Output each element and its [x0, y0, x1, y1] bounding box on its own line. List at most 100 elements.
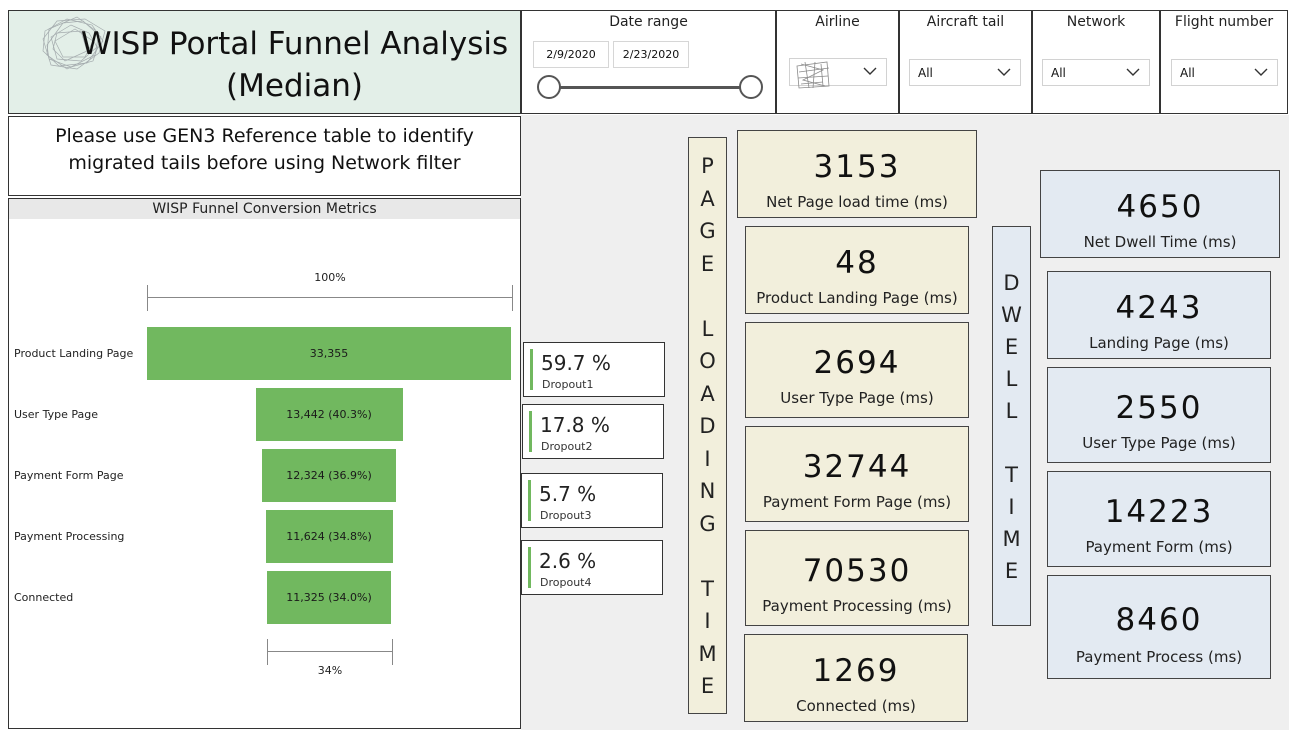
- funnel-bar[interactable]: 33,355: [147, 327, 511, 380]
- kpi-value: 8460: [1115, 602, 1203, 638]
- dropout-card: 17.8 % Dropout2: [522, 404, 664, 459]
- end-date-input[interactable]: 2/23/2020: [613, 41, 689, 68]
- dwell-label-letter: L: [1005, 367, 1018, 391]
- dwell-label-letter: E: [1004, 559, 1019, 583]
- slicer-title: Flight number: [1174, 14, 1274, 30]
- kpi-value: 4650: [1116, 189, 1204, 225]
- dropout-card: 2.6 % Dropout4: [521, 540, 663, 595]
- flight-number-value: All: [1180, 66, 1195, 80]
- funnel-top-bracket: [147, 285, 513, 311]
- notice-text: Please use GEN3 Reference table to ident…: [8, 116, 521, 196]
- funnel-stage-label: User Type Page: [14, 408, 98, 421]
- slicer-title: Date range: [609, 14, 688, 30]
- slicer-title: Airline: [815, 14, 860, 30]
- payment-process-dwell-card: 8460 Payment Process (ms): [1047, 575, 1271, 679]
- chevron-down-icon: [863, 67, 877, 75]
- kpi-caption: Payment Processing (ms): [762, 597, 952, 615]
- kpi-value: 48: [835, 245, 879, 281]
- page-loading-label-letter: D: [699, 414, 716, 438]
- flight-number-dropdown[interactable]: All: [1171, 59, 1278, 86]
- page-loading-label-letter: P: [701, 154, 714, 178]
- funnel-bar[interactable]: 11,624 (34.8%): [265, 510, 393, 563]
- dropout-card: 59.7 % Dropout1: [523, 342, 665, 397]
- kpi-caption: Net Page load time (ms): [766, 193, 948, 211]
- funnel-bar[interactable]: 11,325 (34.0%): [267, 571, 391, 624]
- kpi-value: 4243: [1115, 290, 1203, 326]
- funnel-chart-panel: WISP Funnel Conversion Metrics 100% Prod…: [8, 198, 521, 729]
- flight-number-slicer: Flight number All: [1160, 10, 1288, 114]
- page-loading-label-letter: L: [701, 316, 714, 341]
- dwell-label-letter: M: [1002, 527, 1021, 551]
- kpi-caption: User Type Page (ms): [780, 389, 934, 407]
- funnel-stage-label: Payment Processing: [14, 530, 125, 543]
- date-slider-track[interactable]: [548, 86, 754, 89]
- payment-form-load-card: 32744 Payment Form Page (ms): [745, 426, 969, 522]
- kpi-caption: Payment Process (ms): [1075, 648, 1243, 666]
- kpi-value: 2550: [1115, 390, 1203, 426]
- net-dwell-card: 4650 Net Dwell Time (ms): [1040, 170, 1280, 258]
- slicer-title: Aircraft tail: [926, 14, 1005, 30]
- date-range-slicer: Date range 2/9/2020 2/23/2020: [521, 10, 776, 114]
- title-card: WISP Portal Funnel Analysis (Median): [8, 10, 521, 114]
- dropout-accent: [529, 411, 532, 452]
- page-loading-label-letter: [689, 280, 726, 313]
- page-loading-label-letter: [689, 540, 726, 573]
- dwell-label-letter: L: [1005, 399, 1018, 423]
- funnel-bar[interactable]: 13,442 (40.3%): [255, 388, 403, 441]
- funnel-top-percent: 100%: [314, 271, 346, 284]
- date-slider-start-handle[interactable]: [537, 75, 561, 99]
- kpi-caption: User Type Page (ms): [1082, 434, 1236, 452]
- aircraft-tail-dropdown[interactable]: All: [909, 59, 1021, 86]
- payment-form-dwell-card: 14223 Payment Form (ms): [1047, 471, 1271, 567]
- aircraft-tail-value: All: [918, 66, 933, 80]
- landing-dwell-card: 4243 Landing Page (ms): [1047, 271, 1271, 359]
- dropout-label: Dropout4: [540, 576, 592, 589]
- user-type-dwell-card: 2550 User Type Page (ms): [1047, 367, 1271, 463]
- payment-processing-load-card: 70530 Payment Processing (ms): [745, 530, 969, 626]
- funnel-stage-label: Payment Form Page: [14, 469, 124, 482]
- airline-dropdown[interactable]: [789, 58, 887, 89]
- kpi-caption: Payment Form Page (ms): [762, 493, 952, 511]
- funnel-title: WISP Funnel Conversion Metrics: [9, 199, 520, 219]
- network-slicer: Network All: [1032, 10, 1160, 114]
- aircraft-tail-slicer: Aircraft tail All: [899, 10, 1032, 114]
- dwell-label-letter: T: [1005, 463, 1018, 487]
- page-loading-label-letter: G: [699, 219, 716, 243]
- page-loading-label-letter: E: [700, 674, 715, 698]
- dropout-value: 17.8 %: [540, 413, 610, 437]
- kpi-value: 32744: [802, 449, 912, 485]
- kpi-caption: Payment Form (ms): [1085, 538, 1233, 556]
- kpi-value: 2694: [813, 345, 901, 381]
- user-type-load-card: 2694 User Type Page (ms): [745, 322, 969, 418]
- start-date-input[interactable]: 2/9/2020: [533, 41, 609, 68]
- funnel-bottom-percent: 34%: [317, 664, 343, 677]
- network-value: All: [1051, 66, 1066, 80]
- kpi-value: 1269: [812, 653, 900, 689]
- page-loading-label-letter: O: [699, 349, 716, 373]
- page-loading-label-letter: A: [700, 381, 715, 406]
- net-page-load-card: 3153 Net Page load time (ms): [737, 130, 977, 218]
- kpi-caption: Net Dwell Time (ms): [1083, 233, 1237, 251]
- dwell-label-letter: E: [1004, 335, 1019, 359]
- kpi-caption: Landing Page (ms): [1089, 334, 1229, 352]
- dwell-label-letter: D: [1003, 271, 1020, 295]
- date-slider-end-handle[interactable]: [739, 75, 763, 99]
- funnel-bar[interactable]: 12,324 (36.9%): [262, 449, 396, 502]
- product-landing-load-card: 48 Product Landing Page (ms): [745, 226, 969, 314]
- dwell-label-letter: I: [1008, 495, 1015, 519]
- dropout-value: 5.7 %: [539, 482, 597, 506]
- funnel-bottom-bracket: [267, 639, 393, 665]
- dropout-value: 2.6 %: [539, 549, 597, 573]
- page-loading-label-letter: T: [701, 576, 714, 601]
- funnel-stage-label: Product Landing Page: [14, 347, 134, 360]
- chevron-down-icon: [997, 68, 1011, 76]
- dwell-label-letter: [993, 427, 1030, 459]
- network-dropdown[interactable]: All: [1042, 59, 1150, 86]
- funnel-stage-label: Connected: [14, 591, 74, 604]
- page-loading-label-letter: I: [704, 609, 711, 633]
- kpi-caption: Connected (ms): [796, 697, 916, 715]
- dwell-time-label: DWELL TIME: [992, 226, 1031, 626]
- dwell-label-letter: W: [1001, 303, 1022, 327]
- kpi-value: 14223: [1104, 494, 1214, 530]
- dropout-accent: [530, 349, 533, 390]
